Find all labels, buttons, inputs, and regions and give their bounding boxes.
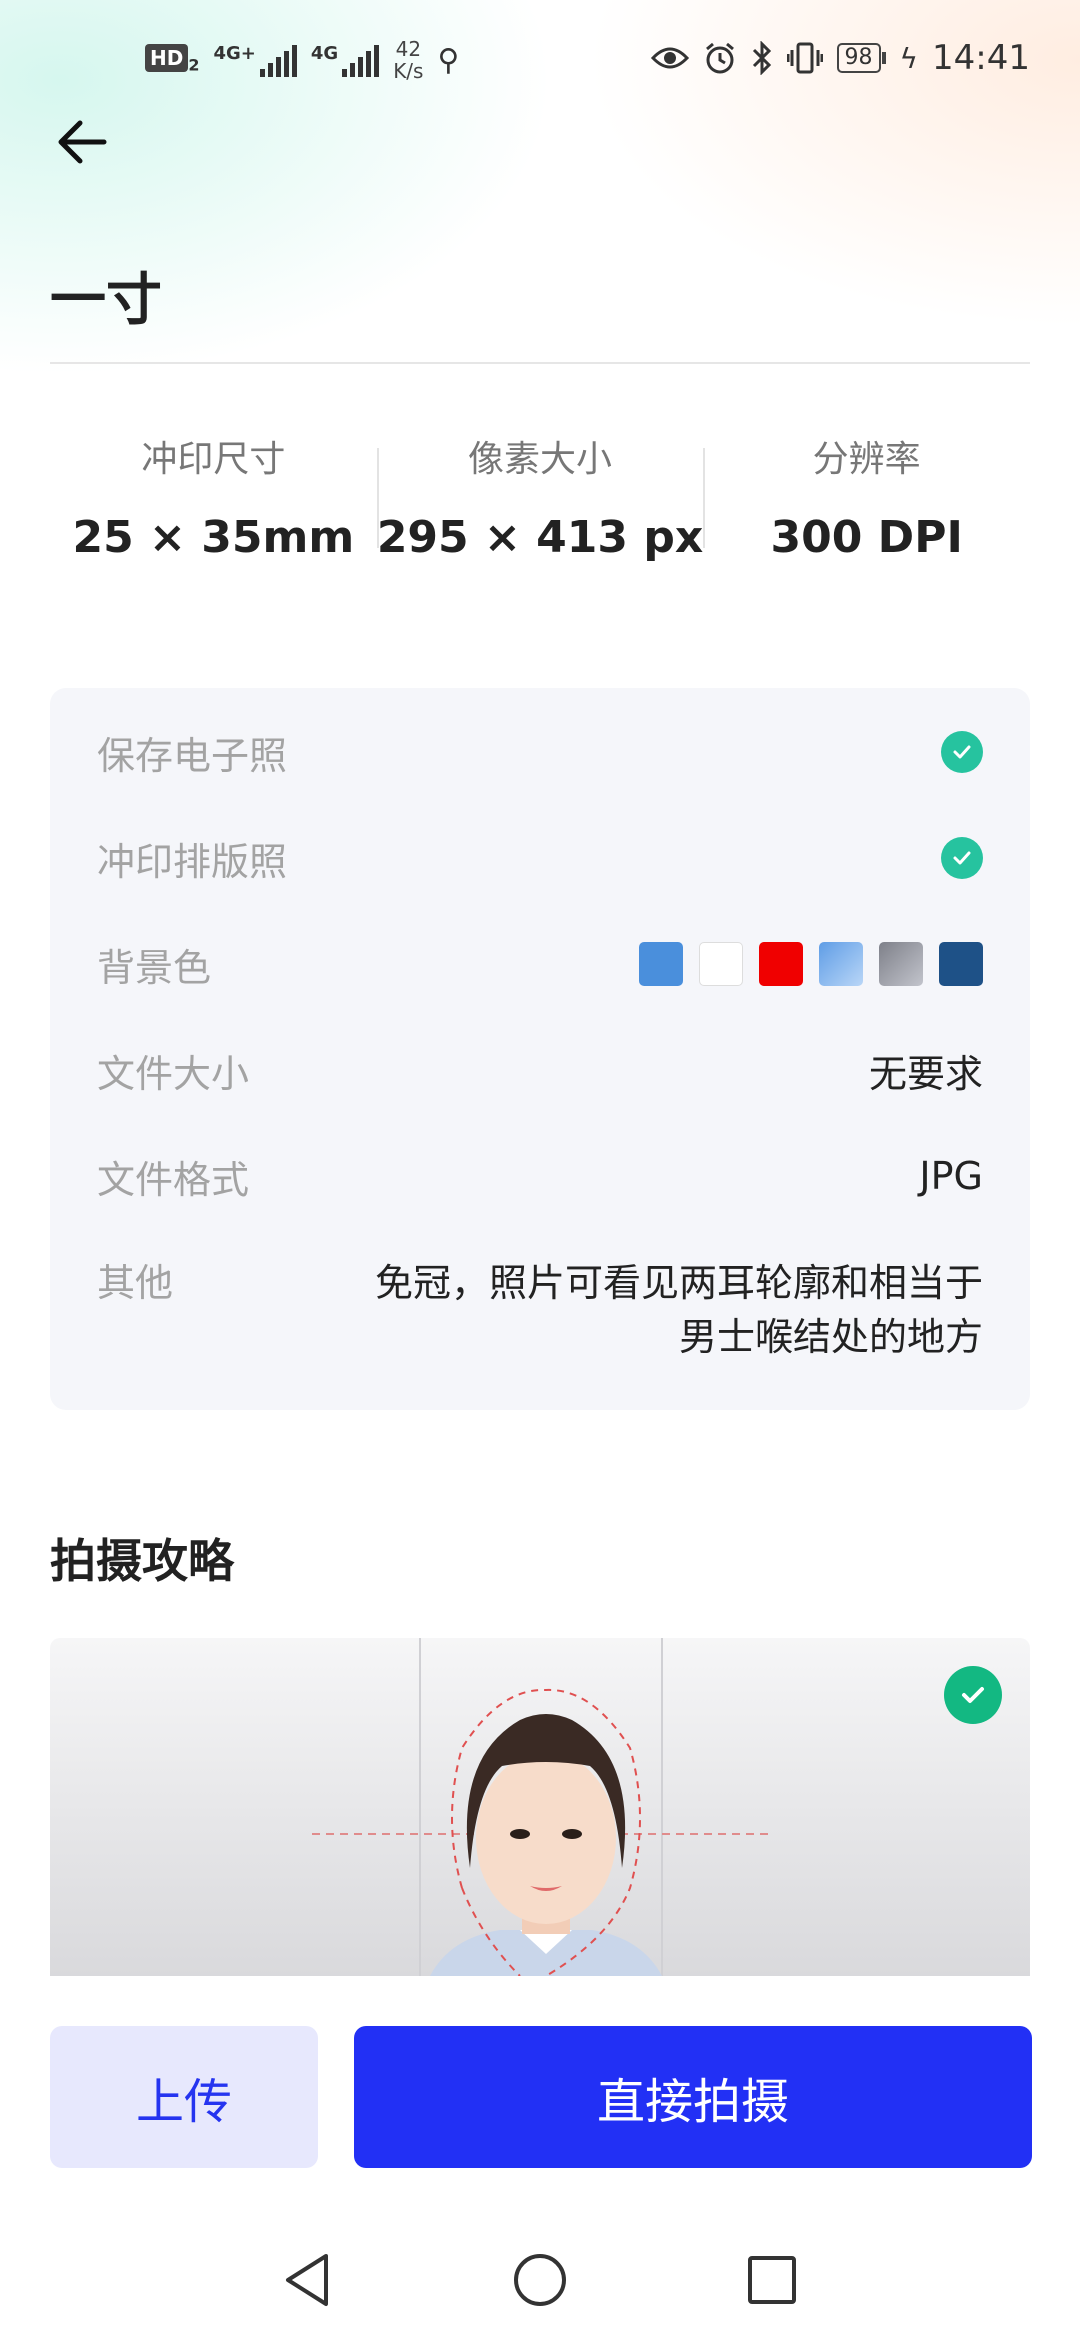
spec-value: 295 × 413 px — [376, 512, 704, 563]
row-label: 冲印排版照 — [97, 839, 288, 884]
sim2-label: 4G — [310, 43, 339, 64]
spec-label: 分辨率 — [812, 439, 921, 480]
hd-sub: 2 — [188, 55, 200, 75]
net-speed: 42 K/s — [393, 38, 423, 82]
system-nav-bar — [0, 2220, 1080, 2340]
spec-print-size: 冲印尺寸 25 × 35mm — [50, 420, 377, 580]
divider — [50, 362, 1030, 364]
row-value: 免冠，照片可看见两耳轮廓和相当于男士喉结处的地方 — [374, 1261, 983, 1359]
row-background-color: 背景色 — [97, 924, 983, 1004]
sim2-signal: 4G — [310, 43, 380, 77]
check-icon — [941, 731, 983, 773]
row-file-format: 文件格式 JPG — [97, 1136, 983, 1216]
row-file-size: 文件大小 无要求 — [97, 1030, 983, 1110]
usb-icon: ⚲ — [437, 42, 460, 78]
section-title: 拍摄攻略 — [50, 1534, 234, 1588]
guide-example-image — [50, 1638, 1030, 1976]
nav-home-button[interactable] — [508, 2248, 572, 2312]
alarm-icon — [705, 42, 734, 74]
spec-summary: 冲印尺寸 25 × 35mm 像素大小 295 × 413 px 分辨率 300… — [50, 420, 1030, 580]
hd-badge: HD 2 — [145, 43, 200, 75]
spec-label: 冲印尺寸 — [141, 439, 286, 480]
row-label: 文件格式 — [97, 1157, 250, 1202]
nav-recents-icon — [748, 2256, 796, 2304]
status-right: 98 ϟ 14:41 — [650, 38, 1030, 78]
color-swatches — [639, 942, 983, 986]
row-value: 无要求 — [868, 1051, 983, 1096]
page-title: 一寸 — [50, 268, 162, 333]
row-print-layout: 冲印排版照 — [97, 818, 983, 898]
spec-resolution: 分辨率 300 DPI — [703, 420, 1030, 580]
back-button[interactable] — [52, 112, 112, 172]
check-icon — [944, 1666, 1002, 1724]
swatch-dark-blue[interactable] — [939, 942, 983, 986]
spec-pixel-size: 像素大小 295 × 413 px — [376, 420, 704, 580]
battery-icon: 98 — [836, 43, 886, 73]
spec-value: 25 × 35mm — [72, 512, 355, 563]
net-speed-unit: K/s — [393, 59, 424, 83]
bluetooth-icon — [752, 41, 771, 75]
swatch-blue[interactable] — [639, 942, 683, 986]
hd-label: HD — [145, 43, 189, 72]
spec-label: 像素大小 — [468, 439, 613, 480]
row-label: 其他 — [97, 1261, 174, 1305]
swatch-gradient-gray[interactable] — [879, 942, 923, 986]
row-label: 背景色 — [97, 945, 212, 990]
status-left: HD 2 4G+ 4G 42 K/s ⚲ — [145, 38, 459, 82]
row-save-electronic: 保存电子照 — [97, 712, 983, 792]
sim1-signal: 4G+ — [213, 43, 297, 77]
nav-home-icon — [514, 2254, 566, 2306]
swatch-white[interactable] — [699, 942, 743, 986]
upload-button[interactable]: 上传 — [50, 2026, 318, 2168]
clock: 14:41 — [932, 38, 1030, 78]
swatch-red[interactable] — [759, 942, 803, 986]
eye-icon — [650, 47, 689, 69]
nav-recents-button[interactable] — [740, 2248, 804, 2312]
battery-level: 98 — [836, 43, 881, 73]
nav-back-button[interactable] — [276, 2248, 340, 2312]
nav-back-icon — [286, 2254, 328, 2306]
spec-value: 300 DPI — [770, 512, 963, 563]
row-label: 文件大小 — [97, 1051, 250, 1096]
signal-icon — [259, 43, 297, 77]
row-other: 其他 免冠，照片可看见两耳轮廓和相当于男士喉结处的地方 — [97, 1256, 983, 1364]
vibrate-icon — [786, 42, 823, 74]
status-bar: HD 2 4G+ 4G 42 K/s ⚲ 98 ϟ 14:41 — [0, 0, 1080, 130]
charging-icon: ϟ — [899, 41, 919, 75]
take-photo-button[interactable]: 直接拍摄 — [354, 2026, 1032, 2168]
details-card: 保存电子照 冲印排版照 背景色 文件大小 无要求 文件格式 JPG 其他 免冠，… — [50, 688, 1030, 1410]
row-label: 保存电子照 — [97, 733, 288, 778]
portrait-illustration — [312, 1638, 770, 1976]
back-arrow-icon — [58, 120, 107, 164]
signal-icon — [342, 43, 380, 77]
net-speed-value: 42 — [395, 37, 422, 61]
row-value: JPG — [919, 1154, 983, 1198]
swatch-gradient-blue[interactable] — [819, 942, 863, 986]
check-icon — [941, 837, 983, 879]
sim1-label: 4G+ — [213, 43, 256, 64]
